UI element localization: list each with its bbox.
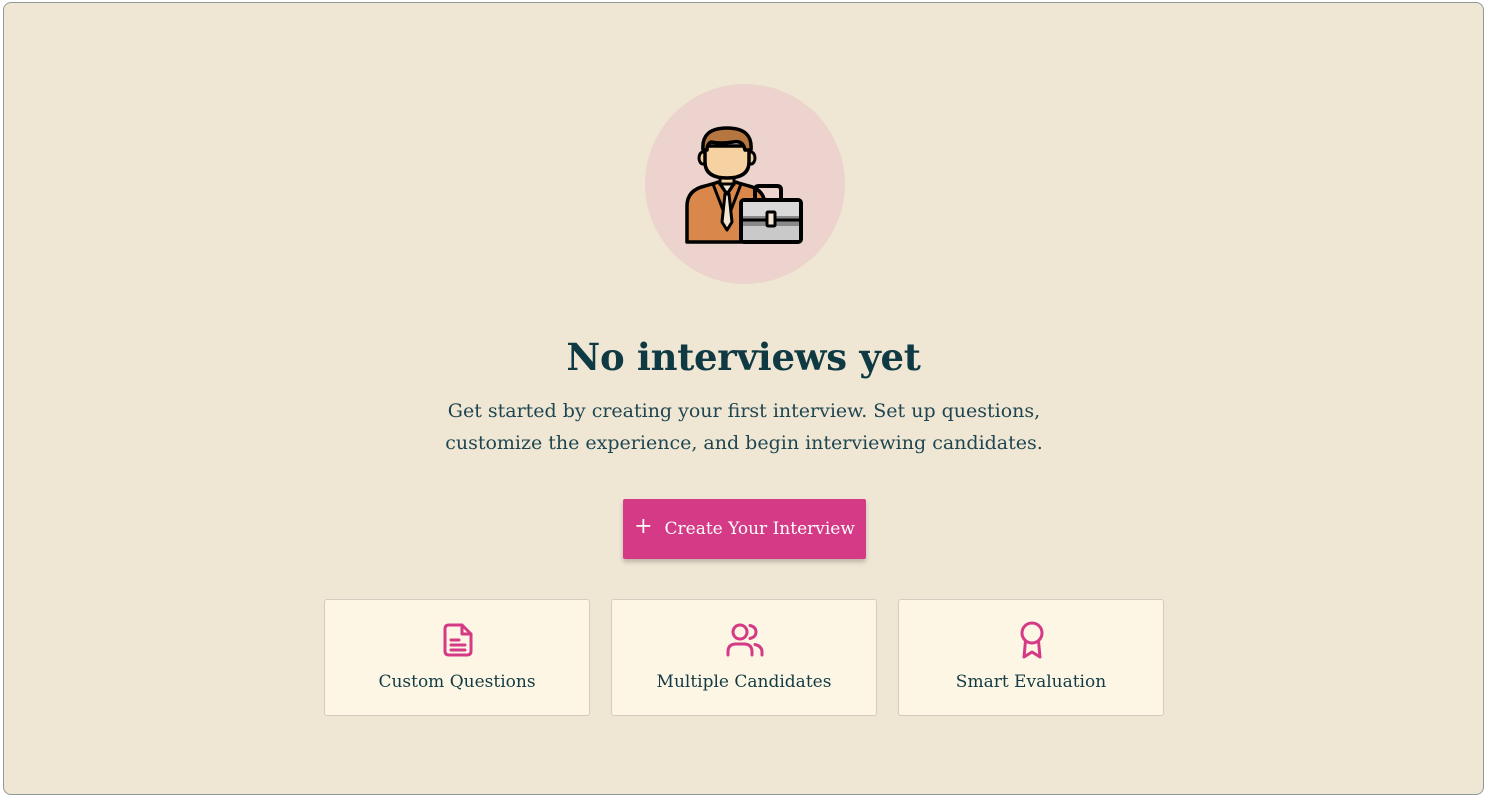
feature-card-smart-evaluation: Smart Evaluation [898,599,1164,716]
feature-label: Smart Evaluation [955,672,1107,692]
award-icon [1020,621,1044,659]
document-icon [443,623,473,657]
description-line-1: Get started by creating your first inter… [447,400,1041,422]
description-line-2: customize the experience, and begin inte… [445,432,1043,454]
feature-cards: Custom Questions Multiple Candidates Sma… [324,599,1164,716]
create-interview-button[interactable]: + Create Your Interview [623,499,866,559]
feature-label: Multiple Candidates [656,672,832,692]
businessman-with-briefcase-icon [685,126,803,244]
users-icon [726,623,764,657]
page-title: No interviews yet [566,335,921,379]
plus-icon: + [634,514,653,539]
create-interview-label: Create Your Interview [664,519,855,539]
illustration [645,84,845,284]
feature-card-multiple-candidates: Multiple Candidates [611,599,877,716]
feature-label: Custom Questions [378,672,536,692]
empty-state-panel: No interviews yet Get started by creatin… [3,2,1484,795]
feature-card-custom-questions: Custom Questions [324,599,590,716]
empty-state-description: Get started by creating your first inter… [444,395,1044,459]
